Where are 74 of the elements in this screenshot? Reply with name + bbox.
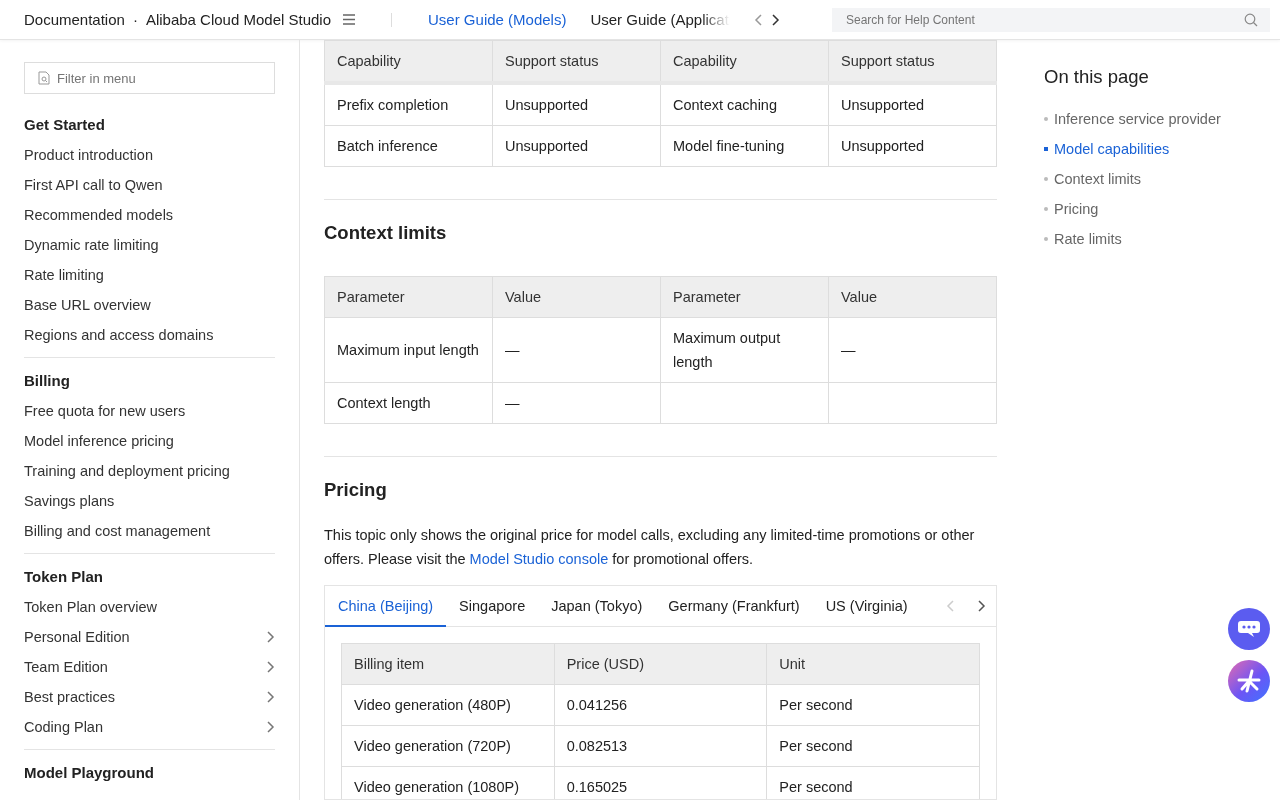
menu-item[interactable]: Model inference pricing <box>24 426 174 456</box>
menu-item[interactable]: Regions and access domains <box>24 320 214 350</box>
table-cell: — <box>492 382 661 424</box>
table-cell: Unsupported <box>492 83 661 126</box>
toc-link[interactable]: Rate limits <box>1054 224 1122 254</box>
toc-link[interactable]: Context limits <box>1054 164 1142 194</box>
title-separator: · <box>132 11 138 28</box>
product-title[interactable]: Alibaba Cloud Model Studio <box>145 11 332 28</box>
table-cell: Prefix completion <box>324 83 493 126</box>
region-tab[interactable]: US (Virginia) <box>812 586 921 627</box>
table-cell: Video generation (1080P) <box>341 766 555 799</box>
search-field[interactable]: Search for Help Content <box>832 7 1270 32</box>
menu-item[interactable]: Training and deployment pricing <box>24 456 230 486</box>
menu-item[interactable]: Personal Edition <box>24 622 130 652</box>
table-cell: Unsupported <box>492 125 661 167</box>
table-cell: Context length <box>324 382 493 424</box>
toc-link[interactable]: Inference service provider <box>1054 104 1221 134</box>
table-cell: Unsupported <box>828 125 997 167</box>
column-header: Billing item <box>341 643 555 685</box>
table-cell: Video generation (480P) <box>341 684 555 726</box>
region-tab[interactable]: China (Beijing) <box>325 586 447 627</box>
table-cell: Maximum output length <box>660 317 829 383</box>
table-cell: Context caching <box>660 83 829 126</box>
menu-item[interactable]: Product introduction <box>24 140 153 170</box>
section-heading: Context limits <box>324 221 448 245</box>
console-link[interactable]: Model Studio console <box>469 551 609 567</box>
column-header: Unit <box>766 643 980 685</box>
menu-item[interactable]: Dynamic rate limiting <box>24 230 159 260</box>
table-cell: Video generation (720P) <box>341 725 555 767</box>
menu-item[interactable]: Team Edition <box>24 652 108 682</box>
column-header: Value <box>492 276 661 318</box>
menu-item[interactable]: Base URL overview <box>24 290 151 320</box>
table-cell: 0.082513 <box>554 725 767 767</box>
site-title[interactable]: Documentation <box>24 11 125 28</box>
toc-title: On this page <box>1044 65 1150 89</box>
menu-item[interactable]: Savings plans <box>24 486 115 516</box>
menu-section-title[interactable]: Billing <box>24 366 275 396</box>
menu-item[interactable]: Free quota for new users <box>24 396 186 426</box>
toc-link[interactable]: Pricing <box>1054 194 1099 224</box>
menu-item[interactable]: Token Plan overview <box>24 592 157 622</box>
pricing-paragraph: This topic only shows the original price for model calls, excluding any limited-time promotions or other offers. Please visit the Model Studio console for promotional offers. <box>324 526 976 569</box>
menu-item[interactable]: Rate limiting <box>24 260 104 290</box>
menu-section-title[interactable]: Token Plan <box>24 562 275 592</box>
region-tab[interactable]: Japan (Tokyo) <box>538 586 656 627</box>
menu-item[interactable]: Recommended models <box>24 200 174 230</box>
filter-field[interactable]: Filter in menu <box>24 62 275 94</box>
table-cell: Per second <box>766 725 980 767</box>
nav-tab[interactable]: User Guide (Models) <box>428 11 567 28</box>
menu-section-title[interactable]: Model Playground <box>24 758 275 788</box>
table-cell: 0.041256 <box>554 684 767 726</box>
column-header: Price (USD) <box>554 643 767 685</box>
column-header: Support status <box>492 40 661 83</box>
table-cell: Batch inference <box>324 125 493 167</box>
column-header: Value <box>828 276 997 318</box>
table-cell: Maximum input length <box>324 317 493 383</box>
menu-item[interactable]: Coding Plan <box>24 712 103 742</box>
table-cell: — <box>492 317 661 383</box>
menu-item[interactable]: Best practices <box>24 682 116 712</box>
column-header: Capability <box>324 40 493 83</box>
column-header: Support status <box>828 40 997 83</box>
toc-link[interactable]: Model capabilities <box>1054 134 1170 164</box>
table-cell: Per second <box>766 684 980 726</box>
menu-section-title[interactable]: Get Started <box>24 110 275 140</box>
section-heading: Pricing <box>324 478 388 502</box>
column-header: Parameter <box>324 276 493 318</box>
column-header: Parameter <box>660 276 829 318</box>
menu-item[interactable]: First API call to Qwen <box>24 170 163 200</box>
table-cell: Model fine-tuning <box>660 125 829 167</box>
menu-item[interactable]: Billing and cost management <box>24 516 211 546</box>
region-tab[interactable]: Germany (Frankfurt) <box>655 586 813 627</box>
region-tab[interactable]: Singapore <box>446 586 539 627</box>
table-cell: Unsupported <box>828 83 997 126</box>
column-header: Capability <box>660 40 829 83</box>
table-cell: — <box>828 317 997 383</box>
